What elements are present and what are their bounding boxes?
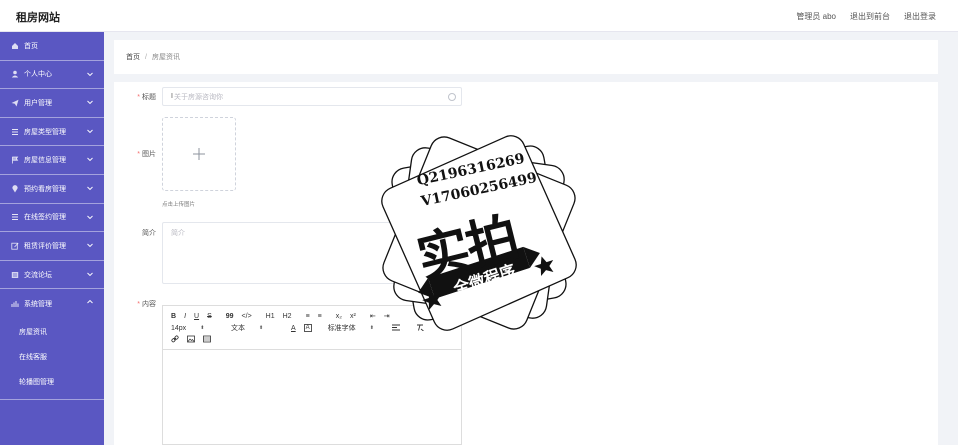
sidebar: 首页 个人中心 用户管理 房屋类型管理 房屋信息管理 预约看房管理 在线签约管理… — [0, 32, 104, 445]
sidebar-item-label: 租赁评价管理 — [24, 242, 66, 250]
sidebar-item-contract[interactable]: 在线签约管理 — [0, 204, 104, 233]
forum-icon — [10, 270, 19, 279]
title-input[interactable]: I 关于房源咨询你 — [162, 87, 462, 106]
text-type-select[interactable]: 文本 ⬍ — [231, 323, 277, 333]
intro-label: 简介 — [142, 230, 156, 237]
list-icon — [10, 213, 19, 222]
location-icon — [10, 184, 19, 193]
video-icon[interactable] — [203, 335, 211, 345]
user-icon — [10, 70, 19, 79]
upload-tip: 点击上传图片 — [162, 202, 196, 208]
watermark-stamp: Q2196316269 V17060256499 实拍 全微程序 — [372, 126, 586, 340]
chevron-up-icon — [87, 300, 93, 304]
chevron-down-icon — [87, 72, 93, 76]
underline-button[interactable]: U — [194, 313, 199, 320]
sidebar-item-forum[interactable]: 交流论坛 — [0, 261, 104, 290]
image-icon[interactable] — [187, 335, 195, 345]
list-icon — [10, 127, 19, 136]
edit-icon — [10, 241, 19, 250]
chevron-down-icon — [87, 272, 93, 276]
link-icon[interactable] — [171, 335, 179, 345]
breadcrumb-current: 房屋资讯 — [151, 54, 180, 61]
sidebar-item-label: 个人中心 — [24, 71, 52, 79]
title-label: * 标题 — [137, 94, 156, 101]
chevron-down-icon — [87, 129, 93, 133]
sidebar-item-label: 交流论坛 — [24, 271, 52, 279]
sidebar-item-home[interactable]: 首页 — [0, 32, 104, 61]
sidebar-item-label: 系统管理 — [24, 300, 52, 308]
updown-icon: ⬍ — [200, 325, 205, 331]
breadcrumb-home[interactable]: 首页 — [126, 52, 140, 62]
content-label: * 内容 — [137, 301, 156, 308]
italic-button[interactable]: I — [184, 313, 186, 320]
plus-icon — [193, 148, 205, 160]
chevron-down-icon — [87, 215, 93, 219]
sidebar-item-personal[interactable]: 个人中心 — [0, 61, 104, 90]
sidebar-item-users[interactable]: 用户管理 — [0, 89, 104, 118]
sidebar-subitem-service[interactable]: 在线客服 — [0, 345, 104, 370]
font-size-select[interactable]: 14px ⬍ — [171, 325, 217, 332]
font-color-icon[interactable]: A — [291, 325, 296, 332]
sidebar-item-system[interactable]: 系统管理 — [0, 289, 104, 318]
admin-label: 管理员 abo — [796, 12, 836, 21]
image-label: * 图片 — [137, 151, 156, 158]
breadcrumb: 首页 / 房屋资讯 — [114, 40, 938, 74]
editor-content-area[interactable] — [163, 349, 461, 445]
strike-button[interactable]: S — [207, 313, 212, 320]
top-header: 租房网站 管理员 abo 退出到前台 退出登录 — [0, 0, 958, 32]
h2-button[interactable]: H2 — [283, 313, 292, 320]
sidebar-subitem-news[interactable]: 房屋资讯 — [0, 320, 104, 345]
bold-button[interactable]: B — [171, 313, 176, 320]
text-cursor: I — [171, 93, 173, 100]
superscript-button[interactable]: x² — [350, 313, 356, 320]
chevron-down-icon — [87, 243, 93, 248]
title-input-value: 关于房源咨询你 — [173, 93, 223, 101]
sidebar-item-label: 预约看房管理 — [24, 185, 66, 193]
home-icon — [10, 41, 19, 50]
sidebar-item-label: 房屋类型管理 — [24, 128, 66, 136]
sidebar-item-review[interactable]: 租赁评价管理 — [0, 232, 104, 261]
flag-icon — [10, 156, 19, 165]
breadcrumb-separator: / — [145, 53, 147, 61]
header-links: 管理员 abo 退出到前台 退出登录 — [796, 11, 936, 22]
sidebar-item-label: 首页 — [24, 42, 38, 50]
bullet-list-button[interactable]: ≡ — [318, 313, 322, 320]
subscript-button[interactable]: x₂ — [336, 313, 342, 320]
sidebar-item-house-type[interactable]: 房屋类型管理 — [0, 118, 104, 147]
chevron-down-icon — [87, 100, 93, 105]
sidebar-item-label: 房屋信息管理 — [24, 157, 66, 165]
sidebar-item-house-info[interactable]: 房屋信息管理 — [0, 146, 104, 175]
h1-button[interactable]: H1 — [266, 313, 275, 320]
send-icon — [10, 98, 19, 107]
to-front-link[interactable]: 退出到前台 — [850, 11, 890, 22]
updown-icon: ⬍ — [259, 325, 264, 331]
chart-icon — [10, 299, 19, 308]
background-color-icon[interactable]: A — [303, 324, 312, 332]
system-submenu: 房屋资讯 在线客服 轮播图管理 — [0, 318, 104, 400]
font-family-select[interactable]: 标准字体 ⬍ — [328, 323, 378, 333]
quote-button[interactable]: 99 — [226, 313, 234, 320]
code-button[interactable]: </> — [242, 313, 252, 320]
chevron-down-icon — [87, 158, 93, 162]
sidebar-item-label: 用户管理 — [24, 99, 52, 107]
intro-placeholder: 简介 — [171, 230, 185, 237]
ordered-list-button[interactable]: ≡ — [306, 313, 310, 320]
clear-icon[interactable] — [448, 93, 456, 101]
sidebar-subitem-carousel[interactable]: 轮播图管理 — [0, 370, 104, 395]
chevron-down-icon — [87, 186, 93, 191]
logout-link[interactable]: 退出登录 — [904, 11, 936, 22]
image-upload[interactable] — [162, 117, 236, 191]
sidebar-item-viewing[interactable]: 预约看房管理 — [0, 175, 104, 204]
site-logo: 租房网站 — [16, 12, 60, 24]
sidebar-item-label: 在线签约管理 — [24, 214, 66, 222]
